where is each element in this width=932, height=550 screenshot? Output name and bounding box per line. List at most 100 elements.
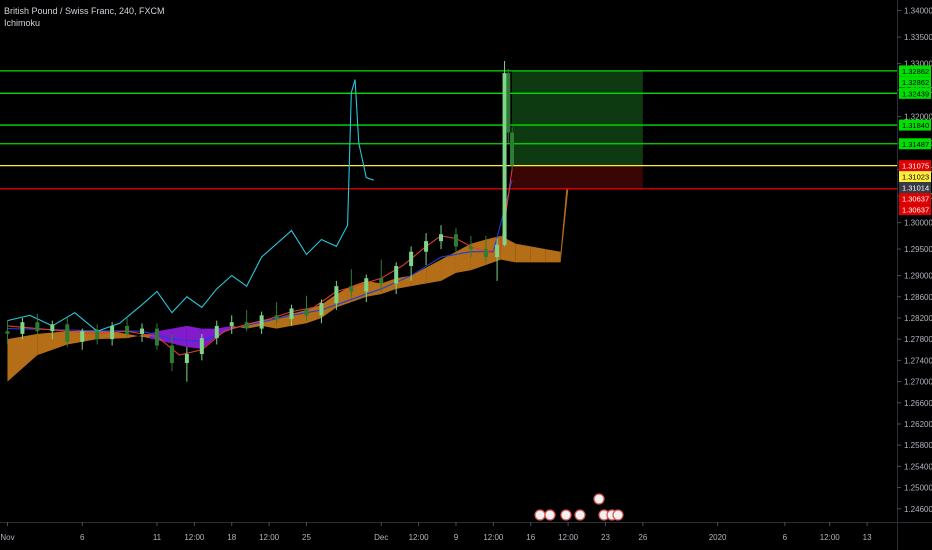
price-tick-label: 1.26600 (904, 399, 932, 408)
loss-zone (512, 165, 643, 189)
time-tick-label: 12:00 (558, 533, 579, 542)
candle-body (259, 315, 264, 329)
price-tick-label: 1.26200 (904, 420, 932, 429)
price-tag-label: 1.30637 (902, 206, 929, 215)
price-tick-label: 1.27400 (904, 356, 932, 365)
candle-body (510, 132, 515, 166)
candle-body (349, 286, 354, 292)
price-tag-label: 1.31840 (902, 121, 929, 130)
cloud-segment (381, 278, 397, 295)
time-tick-label: 12:00 (820, 533, 841, 542)
price-tick-label: 1.24600 (904, 505, 932, 514)
price-tick-label: 1.34000 (904, 7, 932, 16)
time-tick-label: 12:00 (184, 533, 205, 542)
candle-body (110, 325, 115, 340)
candle-body (184, 354, 189, 364)
lagging-span (7, 79, 374, 332)
time-tick-label: Nov (0, 533, 14, 542)
price-tag-label: 1.30637 (902, 195, 929, 204)
time-axis[interactable]: Nov 6 11 12:00 18 12:00 25 Dec 12:00 9 12:00 16 12:0… (0, 522, 932, 542)
price-tag-label: 1.31014 (902, 184, 929, 193)
candle-body (199, 338, 204, 355)
indicator-label[interactable]: Ichimoku (4, 18, 40, 28)
candle-body (453, 234, 458, 247)
ichimoku-lines (7, 79, 513, 356)
chart-canvas[interactable]: 1.340001.335001.330001.325001.320001.315… (0, 0, 932, 550)
time-tick-label: 9 (454, 533, 459, 542)
time-tick-label: 12:00 (483, 533, 504, 542)
price-levels[interactable] (0, 70, 897, 190)
candle-body (506, 73, 511, 133)
candle-body (379, 278, 384, 284)
time-tick-label: 12:00 (259, 533, 280, 542)
candle-body (364, 278, 369, 292)
candle-body (95, 331, 100, 340)
candle-body (495, 244, 500, 258)
time-tick-label: 12:00 (409, 533, 430, 542)
cloud-segment (545, 249, 561, 263)
time-tick-label: 2020 (709, 533, 727, 542)
candle-body (125, 325, 130, 334)
price-tag-label: 1.31487 (902, 140, 929, 149)
event-marker-icon[interactable] (534, 509, 546, 521)
candle-body (424, 241, 429, 252)
candle-body (409, 251, 414, 267)
cloud-segment (186, 325, 202, 349)
time-tick-label: 16 (526, 533, 535, 542)
candle-body (50, 324, 55, 332)
ichimoku-cloud (7, 169, 569, 382)
event-markers[interactable] (534, 493, 624, 521)
price-tag-label: 1.31075 (902, 162, 929, 171)
cloud-segment (426, 259, 442, 284)
cloud-segment (455, 243, 471, 273)
symbol-title[interactable]: British Pound / Swiss Franc, 240, FXCM (4, 6, 165, 16)
time-tick-label: 11 (153, 533, 162, 542)
time-tick-label: 23 (601, 533, 610, 542)
cloud-segment (291, 310, 307, 326)
candle-body (394, 266, 399, 284)
price-tags: 1.32862 1.32862 1.32439 1.31840 1.31487 1.310… (899, 65, 931, 216)
candle-body (140, 328, 145, 334)
price-tick-label: 1.27000 (904, 378, 932, 387)
candle-body (229, 322, 234, 326)
candle-body (304, 308, 309, 316)
cloud-segment (171, 325, 187, 348)
price-tick-label: 1.25400 (904, 462, 932, 471)
event-marker-icon[interactable] (612, 509, 624, 521)
event-marker-icon[interactable] (544, 509, 556, 521)
time-tick-label: 6 (80, 533, 85, 542)
price-tick-label: 1.29500 (904, 245, 932, 254)
candle-body (334, 286, 339, 304)
time-tick-label: 6 (783, 533, 788, 542)
price-tick-label: 1.28200 (904, 314, 932, 323)
price-tag-label: 1.32439 (902, 89, 929, 98)
candle-body (214, 325, 219, 339)
time-tick-label: 25 (302, 533, 311, 542)
candle-body (502, 73, 507, 245)
candle-body (65, 324, 70, 342)
candles (5, 60, 515, 382)
profit-zone (512, 70, 643, 166)
candle-body (468, 246, 473, 250)
price-tick-label: 1.28600 (904, 293, 932, 302)
price-tick-label: 1.25000 (904, 484, 932, 493)
price-tick-label: 1.27800 (904, 335, 932, 344)
price-tick-label: 1.30000 (904, 219, 932, 228)
cloud-segment (470, 239, 486, 271)
event-marker-icon[interactable] (560, 509, 572, 521)
cloud-segment (530, 246, 546, 263)
candle-body (483, 249, 488, 258)
candle-body (274, 315, 279, 320)
candle-body (319, 303, 324, 316)
price-tick-label: 1.33500 (904, 33, 932, 42)
event-marker-icon[interactable] (593, 493, 605, 505)
cloud-segment (515, 243, 531, 263)
candle-body (35, 322, 40, 332)
candle-body (154, 328, 159, 346)
event-marker-icon[interactable] (574, 509, 586, 521)
position-box[interactable] (512, 70, 643, 189)
candle-body (289, 308, 294, 320)
price-tag-label: 1.31023 (902, 173, 929, 182)
candle-body (5, 331, 10, 334)
candle-body (439, 234, 444, 242)
